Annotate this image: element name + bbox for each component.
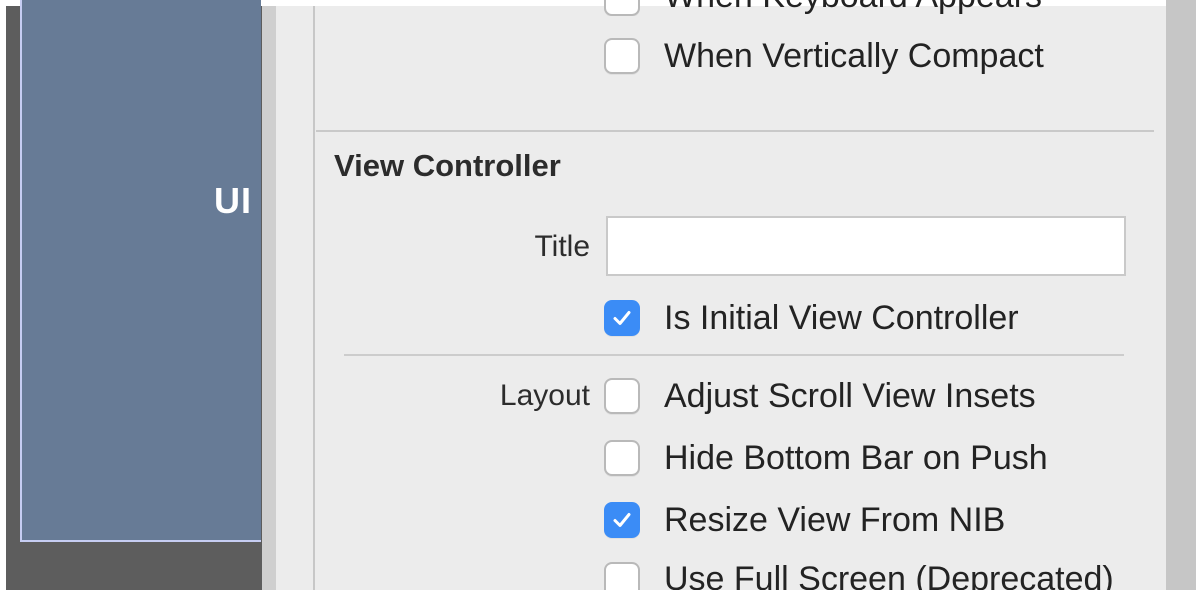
- checkbox[interactable]: [604, 0, 640, 16]
- option-label: Use Full Screen (Deprecated): [664, 562, 1114, 590]
- checkbox[interactable]: [604, 378, 640, 414]
- view-controller-scene-label: UI: [214, 180, 252, 221]
- inspector-left-border: [313, 6, 315, 590]
- option-when-vertically-compact[interactable]: When Vertically Compact: [604, 36, 1044, 76]
- canvas-inspector-divider[interactable]: [262, 6, 276, 590]
- option-label: Is Initial View Controller: [664, 298, 1019, 337]
- option-resize-view-from-nib[interactable]: Resize View From NIB: [604, 500, 1005, 540]
- layout-label: Layout: [499, 379, 590, 412]
- inspector-scrollbar[interactable]: [1166, 0, 1196, 590]
- view-controller-scene[interactable]: UI: [20, 0, 261, 542]
- checkbox[interactable]: [604, 502, 640, 538]
- checkmark-icon: [613, 513, 631, 527]
- checkbox[interactable]: [604, 300, 640, 336]
- option-label: Adjust Scroll View Insets: [664, 376, 1036, 415]
- option-label: Resize View From NIB: [664, 500, 1006, 539]
- option-use-full-screen[interactable]: Use Full Screen (Deprecated): [604, 562, 1116, 590]
- checkmark-icon: [613, 311, 631, 325]
- section-divider: [316, 130, 1154, 132]
- option-hide-bottom-bar-on-push[interactable]: Hide Bottom Bar on Push: [604, 438, 1048, 478]
- checkbox[interactable]: [604, 38, 640, 74]
- layout-divider: [344, 354, 1124, 356]
- option-label: When Vertically Compact: [664, 36, 1044, 75]
- checkbox[interactable]: [604, 562, 640, 590]
- option-label: When Keyboard Appears: [664, 0, 1042, 16]
- option-adjust-scroll-view-insets[interactable]: Adjust Scroll View Insets: [604, 376, 1036, 416]
- option-when-keyboard-appears[interactable]: When Keyboard Appears: [604, 0, 1042, 16]
- title-input[interactable]: [606, 216, 1126, 276]
- option-label: Hide Bottom Bar on Push: [664, 438, 1048, 477]
- title-field-label: Title: [534, 230, 590, 263]
- checkbox[interactable]: [604, 440, 640, 476]
- section-title-view-controller: View Controller: [334, 148, 561, 183]
- option-is-initial-view-controller[interactable]: Is Initial View Controller: [604, 298, 1019, 338]
